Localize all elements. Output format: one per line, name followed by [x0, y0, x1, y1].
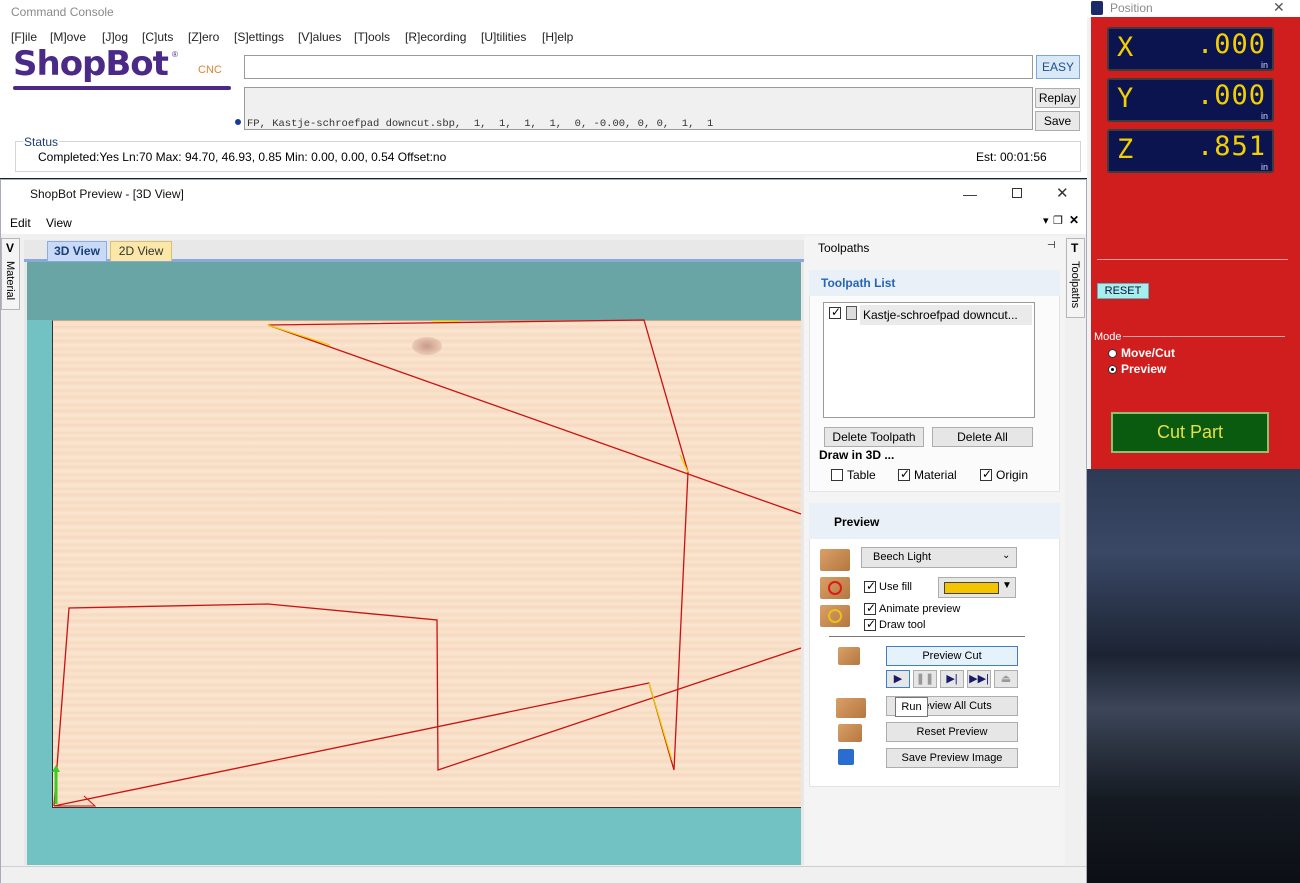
panel-pin-icon[interactable]: ⊣	[1047, 240, 1056, 251]
preview-all-icon	[836, 698, 866, 718]
material-checkbox[interactable]	[898, 467, 910, 481]
preview-panel	[809, 503, 1060, 787]
toolpath-left-shape	[53, 603, 802, 807]
origin-checkbox-label[interactable]: Origin	[996, 468, 1028, 482]
draw-in-3d-label: Draw in 3D ...	[819, 448, 895, 462]
toolpaths-tab-icon: T	[1071, 241, 1079, 255]
reset-preview-icon	[838, 724, 862, 742]
animate-preview-checkbox[interactable]	[864, 601, 876, 615]
draw-tool-checkbox[interactable]	[864, 617, 876, 631]
material-select[interactable]: Beech Light ⌄	[861, 547, 1017, 568]
fill-color-swatch	[944, 582, 999, 594]
material-swatch-icon	[820, 549, 850, 571]
toolpath-upper	[53, 319, 689, 807]
fill-circle-icon	[828, 581, 842, 595]
delete-toolpath-button[interactable]: Delete Toolpath	[824, 427, 924, 447]
toolpath-overlay	[52, 319, 802, 807]
origin-marker	[52, 765, 97, 807]
draw-tool-label[interactable]: Draw tool	[879, 619, 925, 631]
fill-color-picker[interactable]: ▼	[938, 577, 1016, 598]
color-dropdown-icon: ▼	[1002, 580, 1012, 591]
status-bar	[1, 866, 1086, 883]
origin-arrow-y	[52, 765, 60, 772]
toolpath-list-heading: Toolpath List	[821, 276, 896, 290]
preview-heading: Preview	[834, 515, 880, 529]
stop-to-top-icon[interactable]: ⏏	[994, 670, 1018, 688]
toolpath-highlight-1	[267, 324, 331, 346]
toolpaths-tab-label: Toolpaths	[1069, 261, 1081, 309]
use-fill-label[interactable]: Use fill	[879, 581, 912, 593]
run-tooltip: Run	[895, 697, 928, 717]
pause-icon[interactable]: ❚❚	[913, 670, 937, 688]
use-fill-checkbox[interactable]	[864, 579, 876, 593]
preview-divider	[829, 636, 1025, 637]
toolpath-diagonal-top	[267, 324, 802, 515]
save-preview-image-button[interactable]: Save Preview Image	[886, 748, 1018, 768]
delete-all-button[interactable]: Delete All	[932, 427, 1033, 447]
table-checkbox-label[interactable]: Table	[847, 468, 876, 482]
material-select-value: Beech Light	[873, 551, 932, 563]
fast-forward-icon[interactable]: ▶▶|	[967, 670, 991, 688]
fill-swatch-icon	[820, 577, 850, 599]
animate-circle-icon	[828, 609, 842, 623]
animate-preview-label[interactable]: Animate preview	[879, 603, 960, 615]
preview-cut-button[interactable]: Preview Cut	[886, 646, 1018, 666]
reset-preview-button[interactable]: Reset Preview	[886, 722, 1018, 742]
save-disk-icon	[838, 749, 854, 765]
toolpaths-side-tab[interactable]: T Toolpaths	[1066, 238, 1085, 318]
origin-checkbox[interactable]	[980, 467, 992, 481]
play-icon[interactable]: ▶	[886, 670, 910, 688]
chevron-down-icon: ⌄	[1002, 550, 1011, 561]
step-icon[interactable]: ▶|	[940, 670, 964, 688]
animate-swatch-icon	[820, 605, 850, 627]
toolpaths-header: Toolpaths	[818, 241, 870, 255]
toolpath-file-icon	[846, 306, 857, 320]
toolpath-item[interactable]: Kastje-schroefpad downcut...	[863, 308, 1018, 322]
material-checkbox-label[interactable]: Material	[914, 468, 957, 482]
toolpath-item-checkbox[interactable]	[829, 305, 841, 319]
preview-cut-icon	[838, 647, 860, 665]
table-checkbox[interactable]	[831, 469, 843, 481]
